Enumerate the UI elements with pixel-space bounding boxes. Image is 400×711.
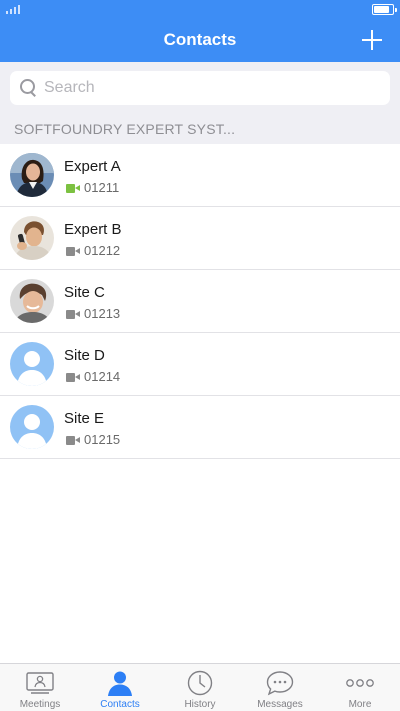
video-camera-icon — [66, 247, 80, 256]
contact-name: Site C — [64, 284, 105, 301]
tab-label: Meetings — [19, 699, 61, 710]
contact-name: Site D — [64, 347, 105, 364]
search-bar — [0, 62, 400, 114]
contact-number: 01214 — [84, 369, 121, 384]
clock-icon — [185, 670, 215, 696]
default-person-icon — [10, 342, 54, 386]
search-icon — [20, 79, 36, 95]
meetings-icon — [25, 670, 55, 696]
page-title: Contacts — [163, 30, 237, 49]
tab-messages[interactable]: Messages — [240, 664, 320, 711]
avatar — [10, 405, 54, 449]
contact-row[interactable]: Site E 01215 — [0, 396, 400, 459]
contact-row[interactable]: Site C 01213 — [0, 270, 400, 333]
contact-name: Site E — [64, 410, 105, 427]
tab-history[interactable]: History — [160, 664, 240, 711]
battery-level — [374, 6, 389, 13]
tab-meetings[interactable]: Meetings — [0, 664, 80, 711]
avatar — [10, 216, 54, 260]
tab-more[interactable]: More — [320, 664, 400, 711]
contact-number: 01215 — [84, 432, 121, 447]
video-camera-icon — [66, 436, 80, 445]
contact-number: 01211 — [84, 180, 120, 195]
chat-bubble-icon — [265, 670, 295, 696]
add-contact-button[interactable] — [362, 30, 382, 50]
tab-label: Contacts — [100, 699, 140, 710]
avatar — [10, 342, 54, 386]
tab-bar: Meetings Contacts History Messages More — [0, 663, 400, 711]
person-icon — [105, 670, 135, 696]
video-camera-icon — [66, 373, 80, 382]
avatar — [10, 279, 54, 323]
contact-list: Expert A 01211 Expert B 01212 Site C 012… — [0, 144, 400, 459]
tab-label: Messages — [257, 699, 303, 710]
man-phone-photo-avatar — [10, 216, 54, 260]
contact-name: Expert B — [64, 221, 122, 238]
contact-number: 01212 — [84, 243, 121, 258]
search-box[interactable] — [10, 71, 390, 105]
signal-strength-icon — [6, 4, 20, 14]
more-dots-icon — [345, 670, 375, 696]
contact-row[interactable]: Expert B 01212 — [0, 207, 400, 270]
search-input[interactable] — [44, 71, 384, 105]
contact-row[interactable]: Expert A 01211 — [0, 144, 400, 207]
contact-group-header: SOFTFOUNDRY EXPERT SYST... — [0, 114, 400, 144]
tab-label: More — [348, 699, 372, 710]
tab-contacts[interactable]: Contacts — [80, 664, 160, 711]
video-camera-icon — [66, 184, 80, 193]
contact-name: Expert A — [64, 158, 121, 175]
status-bar — [0, 0, 400, 20]
man-smile-photo-avatar — [10, 279, 54, 323]
avatar — [10, 153, 54, 197]
video-camera-icon — [66, 310, 80, 319]
contact-number: 01213 — [84, 306, 121, 321]
tab-label: History — [184, 699, 216, 710]
contact-row[interactable]: Site D 01214 — [0, 333, 400, 396]
woman-photo-avatar — [10, 153, 54, 197]
battery-icon — [372, 4, 397, 15]
nav-header: Contacts — [0, 0, 400, 62]
default-person-icon — [10, 405, 54, 449]
